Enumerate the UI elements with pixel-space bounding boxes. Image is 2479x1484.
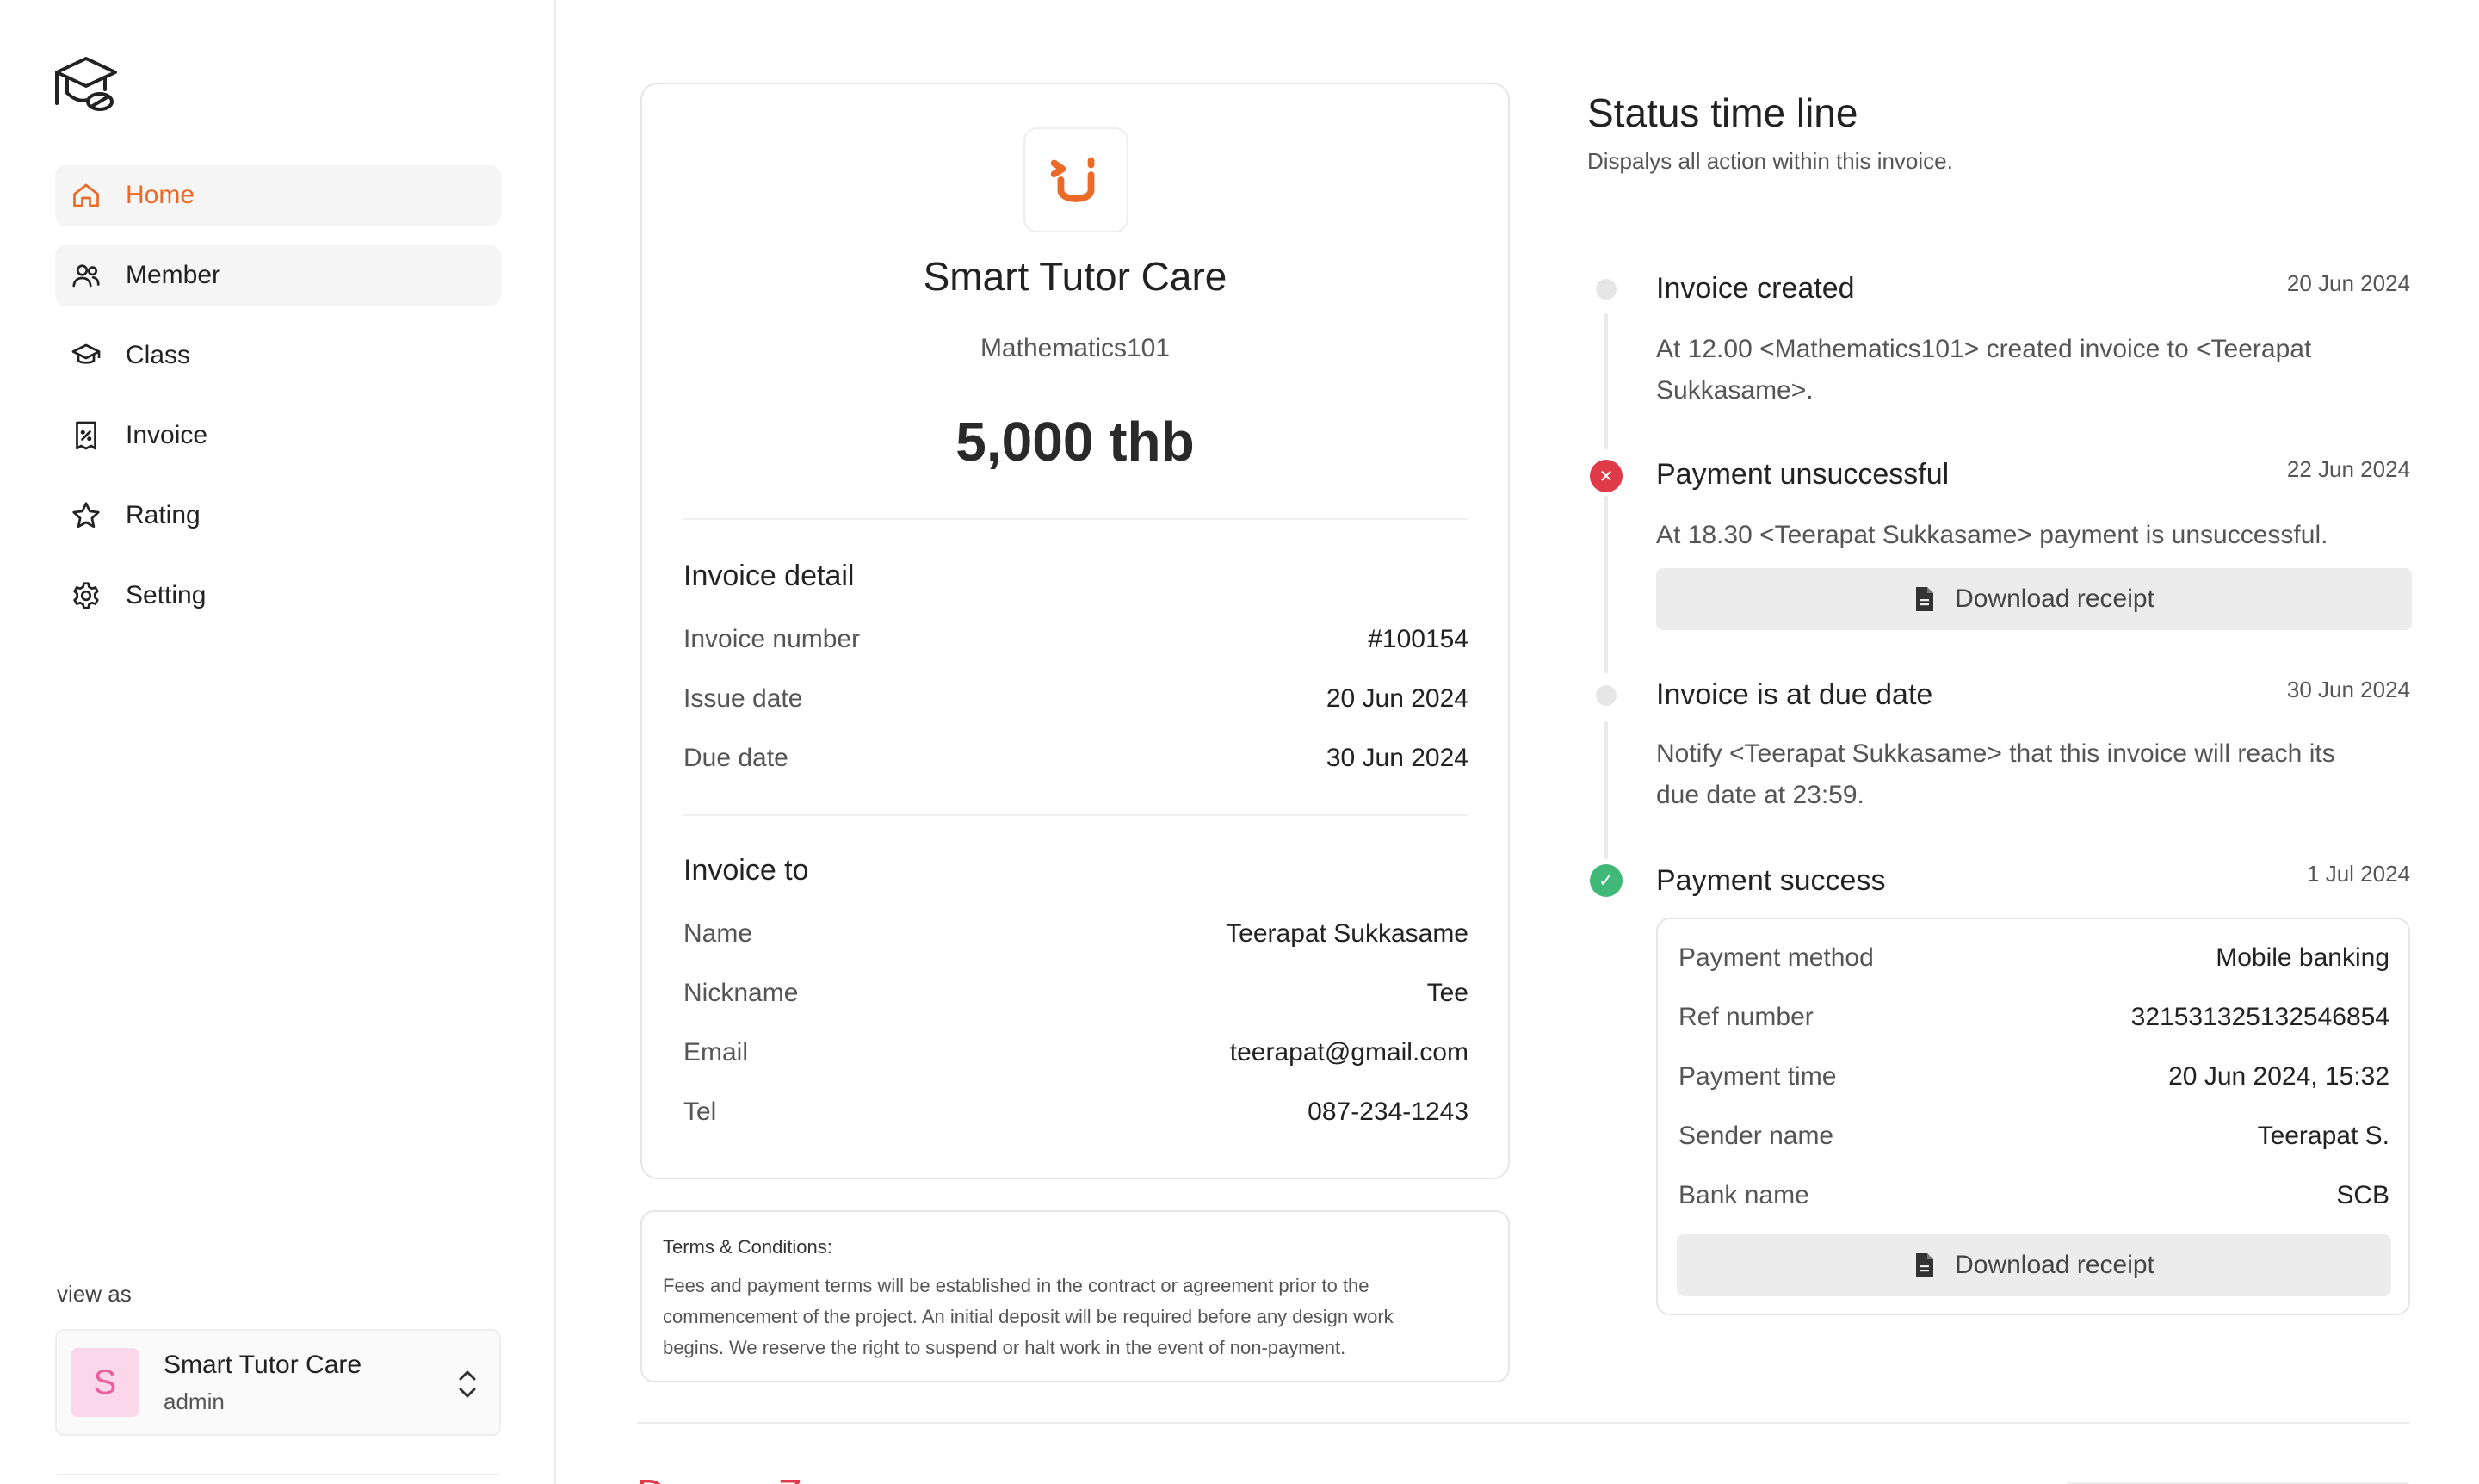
invoice-to-title: Invoice to <box>683 854 809 887</box>
sidebar-item-rating[interactable]: Rating <box>55 485 501 546</box>
event-title: Payment unsuccessful <box>1656 458 1950 491</box>
detail-row: Invoice number #100154 <box>683 625 1468 653</box>
sidebar-item-label: Invoice <box>126 421 208 449</box>
home-icon <box>69 178 103 213</box>
brand-name: Smart Tutor Care <box>923 254 1227 299</box>
graduation-cap-icon <box>69 338 103 373</box>
recipient-row: Name Teerapat Sukkasame <box>683 919 1468 948</box>
sidebar-item-invoice[interactable]: Invoice <box>55 405 501 466</box>
payment-row: Ref number 321531325132546854 <box>1678 1003 2389 1031</box>
download-receipt-button[interactable]: Download receipt <box>1677 1234 2391 1296</box>
payment-row: Payment method Mobile banking <box>1678 943 2389 972</box>
recipient-row: Tel 087-234-1243 <box>683 1098 1468 1126</box>
payment-row: Bank name SCB <box>1678 1181 2389 1209</box>
status-dot-neutral <box>1596 685 1617 706</box>
terms-title: Terms & Conditions: <box>663 1236 832 1258</box>
section-divider <box>637 1422 2410 1424</box>
sidebar: Home Member Class Invoice Rating Setting… <box>0 0 556 1484</box>
gear-icon <box>69 578 103 613</box>
payment-row: Payment time 20 Jun 2024, 15:32 <box>1678 1062 2389 1091</box>
sidebar-item-label: Rating <box>126 501 201 529</box>
event-date: 30 Jun 2024 <box>2286 677 2410 702</box>
sidebar-item-label: Setting <box>126 581 207 609</box>
terms-body: Fees and payment terms will be establish… <box>663 1275 1394 1358</box>
invoice-card: Smart Tutor Care Mathematics101 5,000 th… <box>640 83 1510 1179</box>
users-icon <box>69 258 103 293</box>
event-title: Payment success <box>1656 864 1886 897</box>
brand-logo <box>1023 127 1128 232</box>
file-icon <box>1916 1253 1934 1277</box>
success-status-icon: ✓ <box>1590 864 1623 897</box>
star-icon <box>69 498 103 533</box>
file-icon <box>1916 587 1934 611</box>
sidebar-item-class[interactable]: Class <box>55 325 501 386</box>
sidebar-item-label: Member <box>126 261 221 289</box>
view-as-label: view as <box>57 1281 132 1307</box>
class-name: Mathematics101 <box>980 334 1171 362</box>
receipt-icon <box>69 418 103 453</box>
recipient-row: Email teerapat@gmail.com <box>683 1038 1468 1067</box>
account-switcher[interactable]: S Smart Tutor Care admin <box>55 1329 501 1436</box>
sidebar-item-member[interactable]: Member <box>55 245 501 306</box>
payment-row: Sender name Teerapat S. <box>1678 1122 2389 1150</box>
event-date: 1 Jul 2024 <box>2307 861 2410 887</box>
divider <box>683 518 1468 520</box>
graduation-cap-logo-icon[interactable] <box>52 53 124 117</box>
event-description: At 12.00 <Mathematics101> created invoic… <box>1656 335 2312 405</box>
event-date: 20 Jun 2024 <box>2286 270 2410 296</box>
detail-row: Issue date 20 Jun 2024 <box>683 684 1468 713</box>
timeline-title: Status time line <box>1587 90 1858 135</box>
sidebar-nav: Home Member Class Invoice Rating Setting <box>55 165 501 646</box>
status-dot-neutral <box>1596 279 1617 300</box>
event-title: Invoice created <box>1656 272 1855 305</box>
chevron-up-down-icon <box>454 1365 480 1403</box>
payment-details-box: Payment method Mobile banking Ref number 3… <box>1656 918 2410 1315</box>
event-description: Notify <Teerapat Sukkasame> that this in… <box>1656 739 2335 809</box>
timeline-connector <box>1604 496 1608 673</box>
terms-box: Terms & Conditions: Fees and payment ter… <box>640 1210 1510 1382</box>
error-status-icon: ✕ <box>1590 460 1623 492</box>
danger-zone-title: Danger Zone <box>637 1470 869 1484</box>
event-date: 22 Jun 2024 <box>2286 456 2410 482</box>
divider <box>683 814 1468 816</box>
account-role: admin <box>164 1388 225 1414</box>
event-description: At 18.30 <Teerapat Sukkasame> payment is… <box>1656 521 2328 549</box>
invoice-detail-title: Invoice detail <box>683 560 855 592</box>
account-name: Smart Tutor Care <box>164 1350 362 1379</box>
sidebar-item-setting[interactable]: Setting <box>55 566 501 626</box>
event-title: Invoice is at due date <box>1656 678 1933 711</box>
timeline-connector <box>1604 313 1608 449</box>
sidebar-divider <box>57 1474 499 1475</box>
sidebar-item-home[interactable]: Home <box>55 165 501 226</box>
avatar: S <box>71 1348 139 1417</box>
timeline-subtitle: Dispalys all action within this invoice. <box>1587 148 1953 174</box>
invoice-amount: 5,000 thb <box>955 411 1195 473</box>
detail-row: Due date 30 Jun 2024 <box>683 744 1468 772</box>
recipient-row: Nickname Tee <box>683 979 1468 1007</box>
sidebar-item-label: Home <box>126 181 195 209</box>
timeline-connector <box>1604 721 1608 859</box>
sidebar-item-label: Class <box>126 341 191 369</box>
download-receipt-button[interactable]: Download receipt <box>1656 568 2412 630</box>
